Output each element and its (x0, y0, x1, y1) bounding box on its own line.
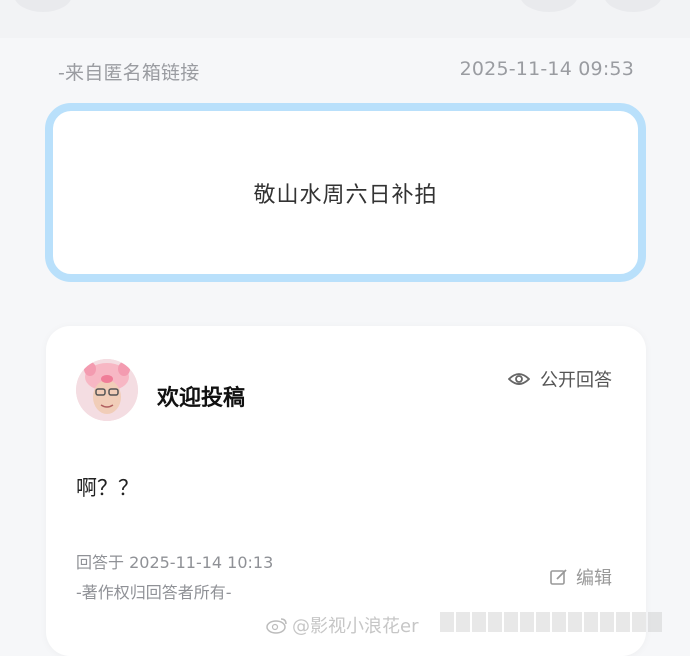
answer-card: 欢迎投稿 公开回答 啊？？ 回答于 2025-11-14 10:13 -著作权归… (46, 326, 646, 656)
copyright-notice: -著作权归回答者所有- (76, 583, 232, 602)
watermark: @影视小浪花er (266, 612, 418, 638)
visibility-indicator: 公开回答 (508, 366, 612, 392)
edit-icon (550, 569, 567, 585)
avatar[interactable] (76, 359, 138, 421)
toolbar-button-right-2[interactable] (604, 0, 662, 12)
mosaic-blur (440, 612, 662, 632)
watermark-text: @影视小浪花er (292, 616, 419, 637)
answer-meta: 回答于 2025-11-14 10:13 -著作权归回答者所有- (76, 548, 273, 608)
toolbar-button-left[interactable] (14, 0, 72, 12)
question-timestamp: 2025-11-14 09:53 (459, 58, 634, 80)
source-label: -来自匿名箱链接 (58, 62, 200, 84)
edit-label: 编辑 (576, 568, 612, 589)
toolbar-button-right-1[interactable] (520, 0, 578, 12)
top-toolbar-strip (0, 0, 690, 38)
question-text: 敬山水周六日补拍 (253, 182, 438, 208)
question-card: 敬山水周六日补拍 (45, 103, 646, 282)
answer-content: 啊？？ (76, 476, 139, 500)
edit-button[interactable]: 编辑 (550, 564, 612, 590)
avatar-pig-hat-icon (76, 359, 138, 421)
question-source-row: -来自匿名箱链接 2025-11-14 09:53 (58, 58, 634, 85)
visibility-label: 公开回答 (540, 370, 612, 391)
weibo-logo-icon (266, 618, 287, 634)
answered-at: 回答于 2025-11-14 10:13 (76, 553, 274, 572)
eye-icon (508, 373, 530, 385)
author-name: 欢迎投稿 (157, 386, 246, 411)
